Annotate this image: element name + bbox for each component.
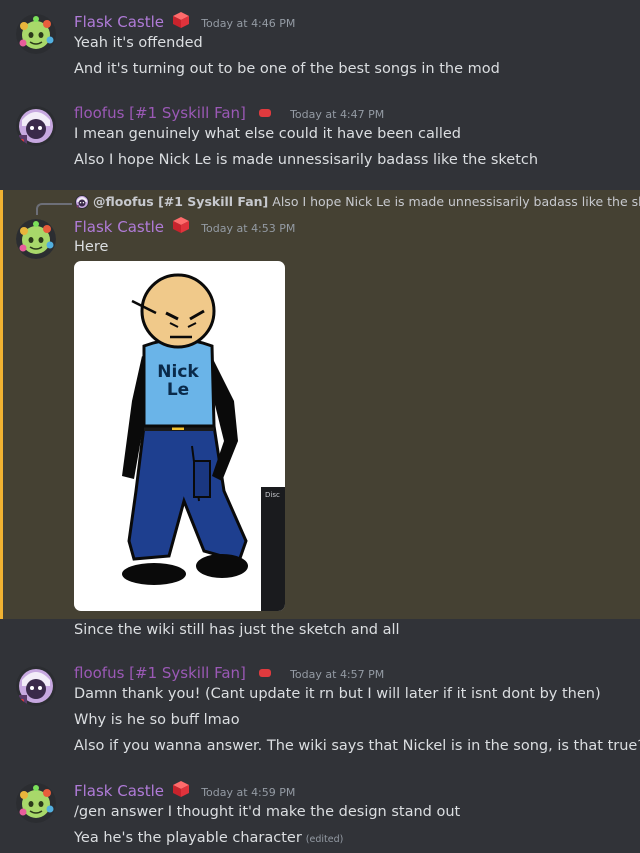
message-text: Damn thank you! (Cant update it rn but I… bbox=[74, 686, 601, 702]
message-text: Here bbox=[74, 239, 109, 255]
timestamp: Today at 4:46 PM bbox=[201, 17, 296, 30]
reply-avatar bbox=[75, 195, 89, 209]
reply-mention[interactable]: @floofus [#1 Syskill Fan] bbox=[93, 194, 268, 209]
red-cube-icon bbox=[172, 780, 190, 798]
message-header: floofus [#1 Syskill Fan] Today at 4:47 P… bbox=[74, 103, 384, 122]
overlay-text: Disc bbox=[265, 491, 280, 499]
username[interactable]: Flask Castle bbox=[74, 218, 164, 236]
username[interactable]: Flask Castle bbox=[74, 13, 164, 31]
username[interactable]: Flask Castle bbox=[74, 782, 164, 800]
red-cube-icon bbox=[172, 216, 190, 234]
mention-highlight-bar bbox=[0, 190, 3, 619]
flask-castle-avatar[interactable] bbox=[16, 219, 56, 259]
username[interactable]: floofus [#1 Syskill Fan] bbox=[74, 664, 246, 682]
edited-label: (edited) bbox=[305, 834, 344, 845]
message-text: Also I hope Nick Le is made unnessisaril… bbox=[74, 152, 539, 168]
message-header: Flask Castle Today at 4:53 PM bbox=[74, 216, 295, 236]
timestamp: Today at 4:47 PM bbox=[290, 108, 385, 121]
message-text: I mean genuinely what else could it have… bbox=[74, 126, 462, 142]
nick-le-sketch-image: Nick Le Disc bbox=[122, 273, 285, 611]
message-header: Flask Castle Today at 4:46 PM bbox=[74, 11, 295, 31]
message-text: Yeah it's offended bbox=[74, 35, 203, 51]
shirt-text: Le bbox=[167, 380, 189, 400]
reply-preview[interactable]: @floofus [#1 Syskill Fan] Also I hope Ni… bbox=[75, 194, 640, 209]
reply-text: Also I hope Nick Le is made unnessisaril… bbox=[272, 194, 640, 209]
username[interactable]: floofus [#1 Syskill Fan] bbox=[74, 104, 246, 122]
red-cube-icon bbox=[172, 11, 190, 29]
message-header: floofus [#1 Syskill Fan] Today at 4:57 P… bbox=[74, 663, 384, 682]
flask-castle-avatar[interactable] bbox=[16, 14, 56, 54]
shirt-text: Nick bbox=[157, 362, 199, 382]
message-text: Yea he's the playable character bbox=[74, 830, 302, 846]
message-text: /gen answer I thought it'd make the desi… bbox=[74, 804, 461, 820]
timestamp: Today at 4:59 PM bbox=[201, 786, 296, 799]
red-pill-icon bbox=[258, 669, 271, 677]
floofus-avatar[interactable] bbox=[16, 106, 56, 146]
message-text: Also if you wanna answer. The wiki says … bbox=[74, 738, 640, 754]
message-text: Since the wiki still has just the sketch… bbox=[74, 622, 400, 638]
message-text-edited: Yea he's the playable character (edited) bbox=[74, 830, 343, 846]
reply-spine bbox=[36, 203, 72, 215]
timestamp: Today at 4:53 PM bbox=[201, 222, 296, 235]
floofus-avatar[interactable] bbox=[16, 666, 56, 706]
message-header: Flask Castle Today at 4:59 PM bbox=[74, 780, 295, 800]
image-attachment[interactable]: Nick Le Disc bbox=[74, 261, 285, 611]
flask-castle-avatar[interactable] bbox=[16, 783, 56, 823]
message-text: And it's turning out to be one of the be… bbox=[74, 61, 500, 77]
red-pill-icon bbox=[258, 109, 271, 117]
timestamp: Today at 4:57 PM bbox=[290, 668, 385, 681]
message-text: Why is he so buff lmao bbox=[74, 712, 240, 728]
